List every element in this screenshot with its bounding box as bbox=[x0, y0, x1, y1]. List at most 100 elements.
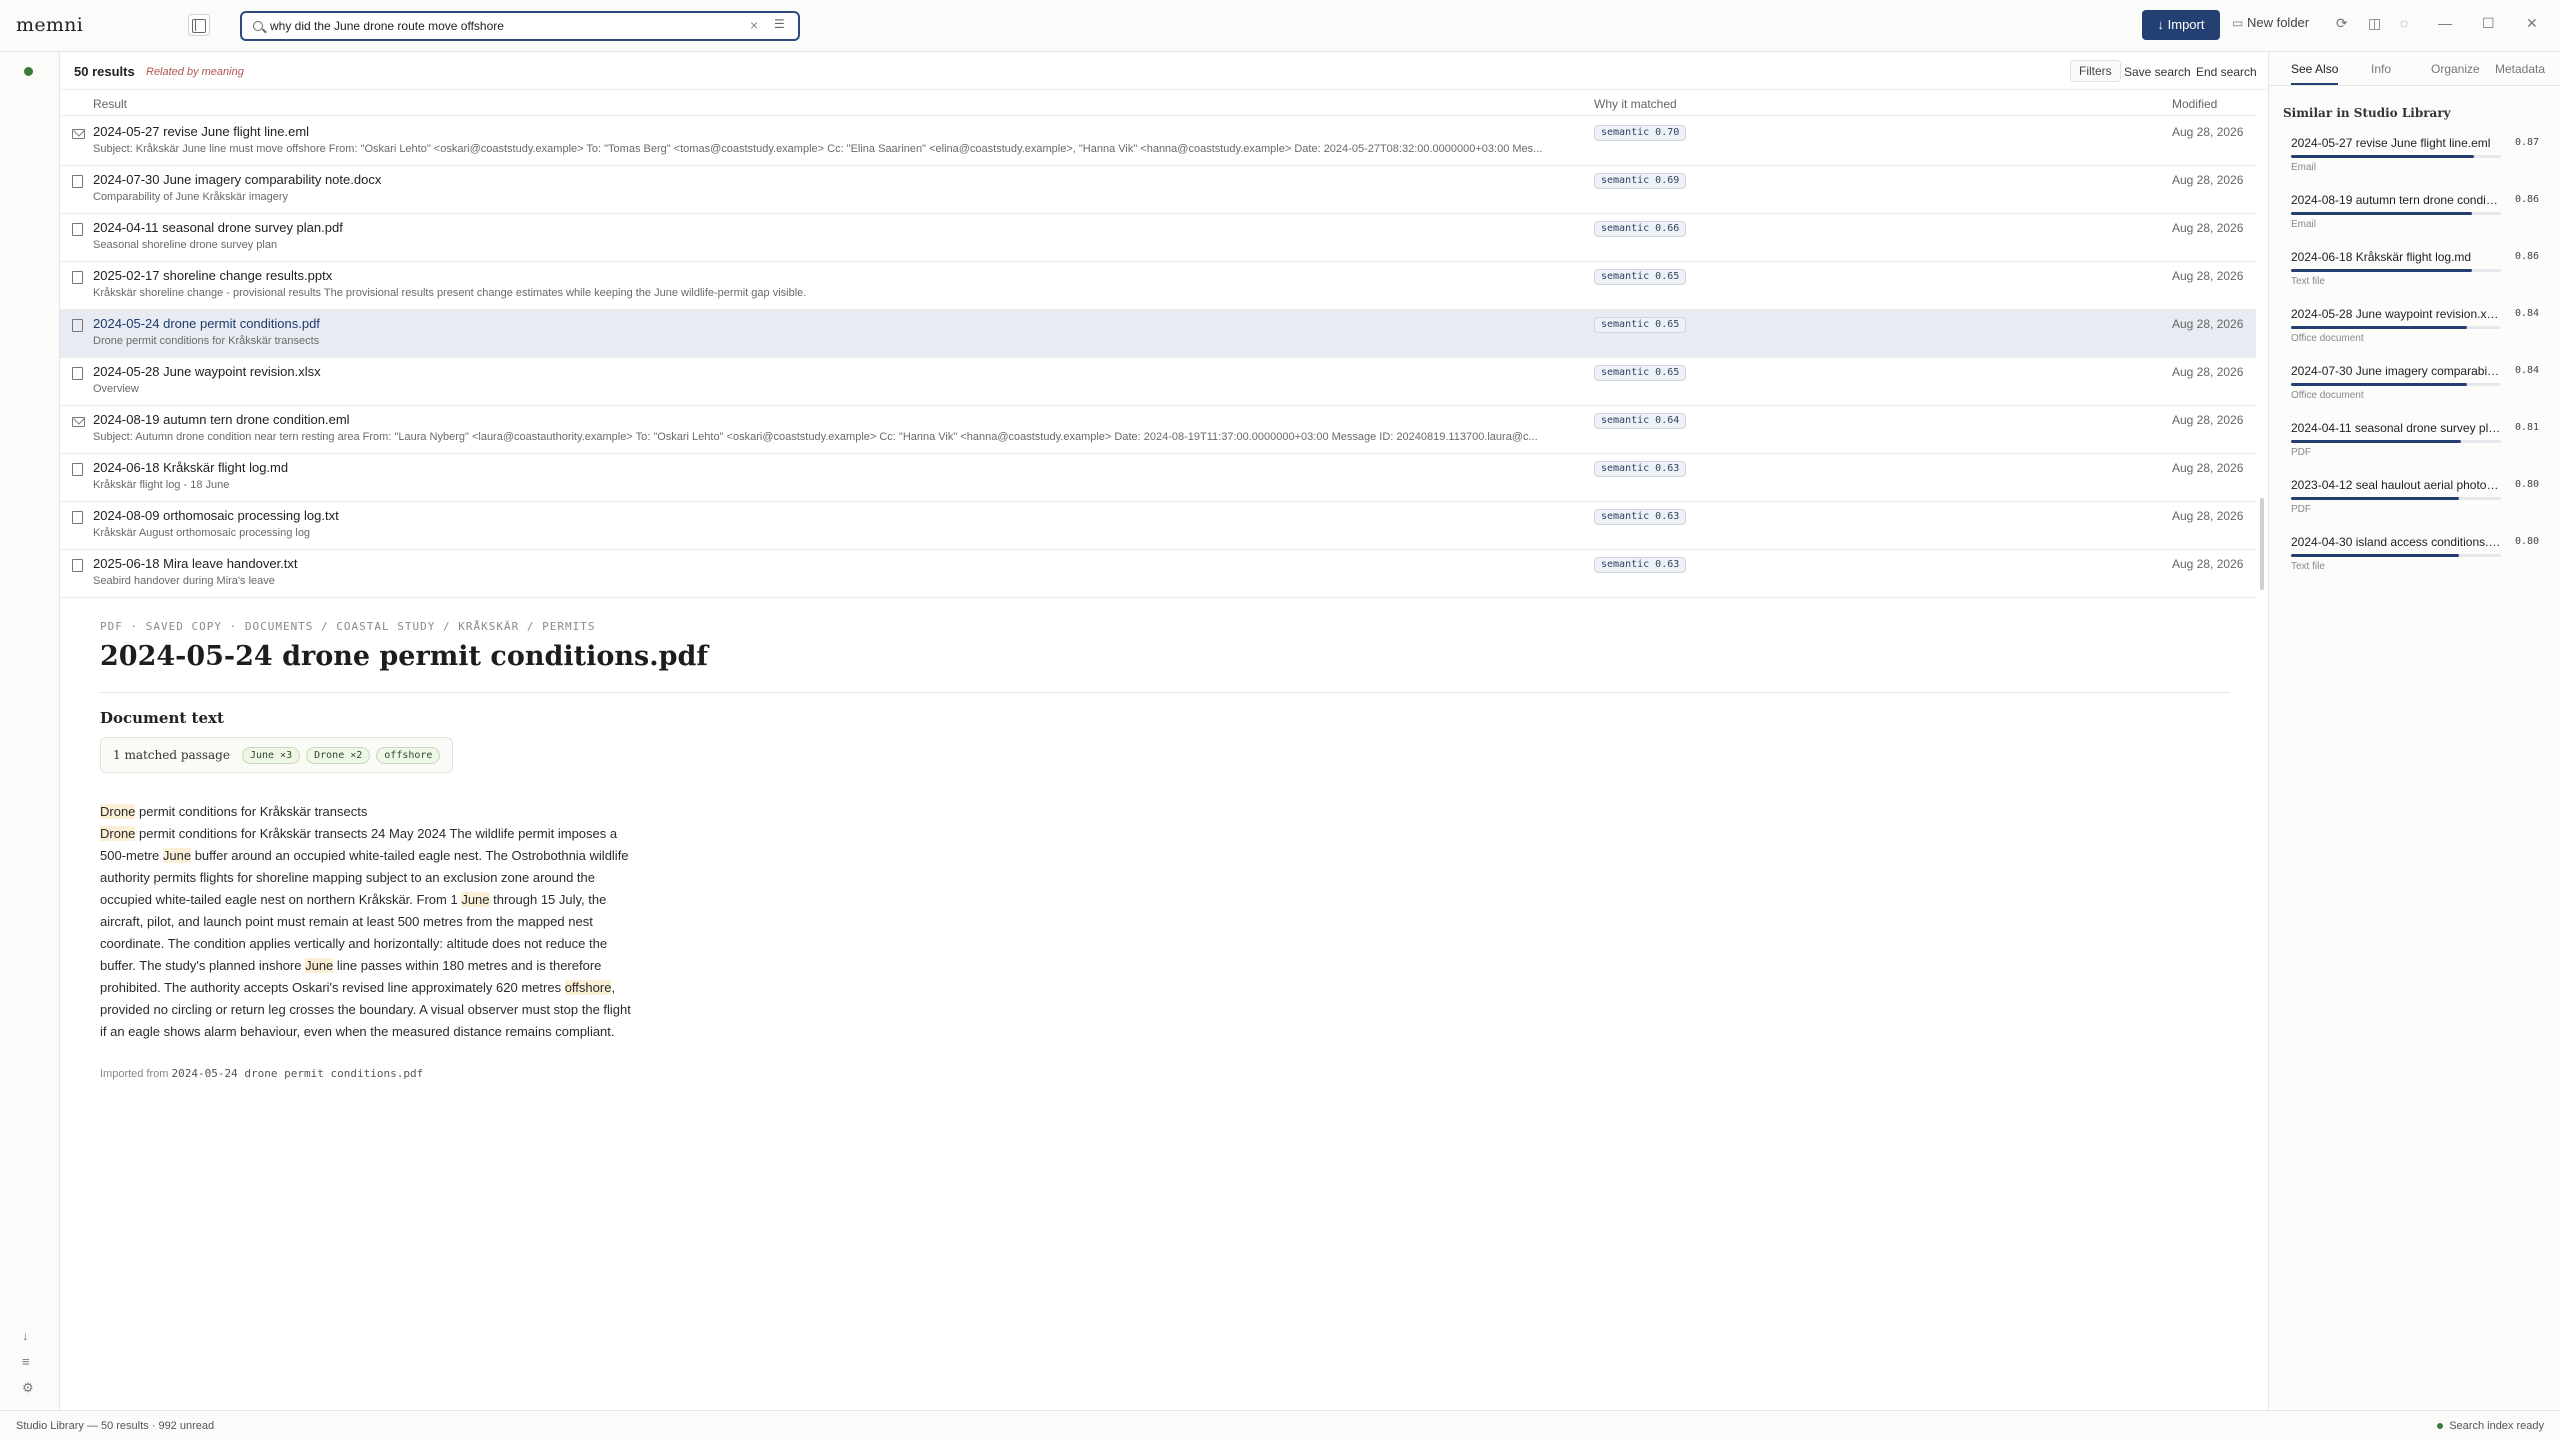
sync-icon[interactable]: ⟳ bbox=[2336, 15, 2348, 32]
filters-button[interactable]: Filters bbox=[2070, 60, 2121, 82]
match-badge: semantic 0.65 bbox=[1594, 269, 1687, 285]
search-options-icon[interactable]: ☰ bbox=[774, 17, 785, 31]
result-snippet: Kråkskär shoreline change - provisional … bbox=[93, 287, 807, 299]
maximize-icon[interactable]: ☐ bbox=[2482, 15, 2495, 32]
similar-item[interactable]: 2023-04-12 seal haulout aerial photos.pd… bbox=[2291, 478, 2551, 535]
search-box[interactable]: × ☰ bbox=[240, 11, 800, 41]
search-icon bbox=[253, 21, 263, 31]
similar-title[interactable]: 2023-04-12 seal haulout aerial photos.pd… bbox=[2291, 478, 2501, 492]
similar-item[interactable]: 2024-08-19 autumn tern drone condition.e… bbox=[2291, 193, 2551, 250]
result-row[interactable]: 2024-05-24 drone permit conditions.pdf Dr… bbox=[60, 310, 2256, 358]
similar-item[interactable]: 2024-07-30 June imagery comparability no… bbox=[2291, 364, 2551, 421]
match-badge: semantic 0.63 bbox=[1594, 461, 1687, 477]
result-row[interactable]: 2024-04-11 seasonal drone survey plan.pd… bbox=[60, 214, 2256, 262]
result-count: 50 results bbox=[74, 64, 135, 79]
body-text: permit conditions for Kråkskär transects bbox=[135, 804, 368, 819]
highlighted-term: June bbox=[162, 848, 192, 863]
similar-item[interactable]: 2024-06-18 Kråkskär flight log.md 0.86 Tex… bbox=[2291, 250, 2551, 307]
result-title[interactable]: 2024-04-11 seasonal drone survey plan.pd… bbox=[93, 220, 343, 235]
result-row[interactable]: 2025-06-18 Mira leave handover.txt Seabir… bbox=[60, 550, 2256, 598]
result-title[interactable]: 2024-08-09 orthomosaic processing log.tx… bbox=[93, 508, 339, 523]
similar-title[interactable]: 2024-04-30 island access conditions.txt bbox=[2291, 535, 2501, 549]
result-title[interactable]: 2024-05-27 revise June flight line.eml bbox=[93, 124, 309, 139]
column-why-matched[interactable]: Why it matched bbox=[1594, 97, 1677, 111]
divider bbox=[100, 692, 2230, 693]
column-modified[interactable]: Modified bbox=[2172, 97, 2217, 111]
result-snippet: Subject: Kråkskär June line must move of… bbox=[93, 143, 1543, 155]
similar-score: 0.81 bbox=[2515, 422, 2540, 433]
match-chip[interactable]: June ×3 bbox=[241, 746, 301, 764]
similar-title[interactable]: 2024-08-19 autumn tern drone condition.e… bbox=[2291, 193, 2501, 207]
result-row[interactable]: 2024-08-09 orthomosaic processing log.tx… bbox=[60, 502, 2256, 550]
tab-info[interactable]: Info bbox=[2371, 62, 2391, 76]
imported-label: Imported from bbox=[100, 1068, 169, 1080]
similar-title[interactable]: 2024-07-30 June imagery comparability no… bbox=[2291, 364, 2501, 378]
result-row[interactable]: 2024-05-27 revise June flight line.eml Su… bbox=[60, 118, 2256, 166]
similar-title[interactable]: 2024-06-18 Kråkskär flight log.md bbox=[2291, 250, 2501, 264]
tab-metadata[interactable]: Metadata bbox=[2495, 62, 2545, 76]
similar-item[interactable]: 2024-05-27 revise June flight line.eml 0.… bbox=[2291, 136, 2551, 193]
minimize-icon[interactable]: — bbox=[2438, 15, 2452, 31]
result-title[interactable]: 2024-05-24 drone permit conditions.pdf bbox=[93, 316, 320, 331]
clear-search-icon[interactable]: × bbox=[750, 17, 758, 33]
document-icon bbox=[72, 271, 83, 284]
column-result[interactable]: Result bbox=[93, 97, 127, 111]
similarity-bar bbox=[2291, 440, 2501, 443]
result-row[interactable]: 2024-07-30 June imagery comparability no… bbox=[60, 166, 2256, 214]
index-status-label: Search index ready bbox=[2449, 1420, 2544, 1432]
folder-icon: ▭ bbox=[2232, 16, 2244, 30]
match-chip[interactable]: Drone ×2 bbox=[306, 746, 371, 764]
results-scrollbar[interactable] bbox=[2260, 498, 2264, 590]
similarity-bar-fill bbox=[2291, 554, 2459, 557]
result-row[interactable]: 2024-06-18 Kråkskär flight log.md Kråkskä… bbox=[60, 454, 2256, 502]
similar-title[interactable]: 2024-05-27 revise June flight line.eml bbox=[2291, 136, 2501, 150]
result-snippet: Drone permit conditions for Kråkskär tra… bbox=[93, 335, 320, 347]
tab-see-also[interactable]: See Also bbox=[2291, 62, 2339, 85]
similarity-bar bbox=[2291, 383, 2501, 386]
top-bar: memni × ☰ ↓ Import ▭ New folder ⟳ ◫ ◌ — … bbox=[0, 0, 2560, 52]
similar-item[interactable]: 2024-04-11 seasonal drone survey plan.pd… bbox=[2291, 421, 2551, 478]
new-folder-label: New folder bbox=[2246, 15, 2310, 30]
result-snippet: Kråkskär August orthomosaic processing l… bbox=[93, 527, 311, 539]
similar-type: Office document bbox=[2291, 390, 2364, 401]
document-icon bbox=[72, 223, 83, 236]
match-badge: semantic 0.69 bbox=[1594, 173, 1687, 189]
match-badge: semantic 0.63 bbox=[1594, 557, 1687, 573]
result-row[interactable]: 2025-02-17 shoreline change results.pptx… bbox=[60, 262, 2256, 310]
settings-icon[interactable]: ⚙ bbox=[22, 1380, 34, 1396]
end-search-button[interactable]: End search bbox=[2196, 65, 2257, 79]
result-title[interactable]: 2025-06-18 Mira leave handover.txt bbox=[93, 556, 298, 571]
help-icon[interactable]: ◌ bbox=[2400, 15, 2408, 31]
download-icon[interactable]: ↓ bbox=[22, 1328, 29, 1343]
panel-toggle-icon[interactable]: ◫ bbox=[2368, 15, 2381, 32]
result-row[interactable]: 2024-05-28 June waypoint revision.xlsx Ov… bbox=[60, 358, 2256, 406]
new-folder-button[interactable]: ▭ New folder bbox=[2232, 15, 2309, 30]
similar-title[interactable]: 2024-05-28 June waypoint revision.xlsx bbox=[2291, 307, 2501, 321]
database-icon[interactable]: ≡ bbox=[22, 1354, 30, 1369]
result-title[interactable]: 2024-08-19 autumn tern drone condition.e… bbox=[93, 412, 350, 427]
similar-score: 0.84 bbox=[2515, 308, 2540, 319]
similar-score: 0.86 bbox=[2515, 251, 2540, 262]
match-chip[interactable]: offshore bbox=[376, 746, 441, 764]
result-title[interactable]: 2025-02-17 shoreline change results.pptx bbox=[93, 268, 332, 283]
matched-passage-label: 1 matched passage bbox=[113, 748, 230, 762]
search-input[interactable] bbox=[270, 17, 730, 35]
result-modified: Aug 28, 2026 bbox=[2172, 365, 2244, 379]
close-icon[interactable]: ✕ bbox=[2526, 15, 2538, 32]
result-row[interactable]: 2024-08-19 autumn tern drone condition.e… bbox=[60, 406, 2256, 454]
result-title[interactable]: 2024-05-28 June waypoint revision.xlsx bbox=[93, 364, 321, 379]
mail-icon bbox=[72, 417, 85, 427]
tab-organize[interactable]: Organize bbox=[2431, 62, 2480, 76]
result-modified: Aug 28, 2026 bbox=[2172, 557, 2244, 571]
similar-title[interactable]: 2024-04-11 seasonal drone survey plan.pd… bbox=[2291, 421, 2501, 435]
similar-item[interactable]: 2024-05-28 June waypoint revision.xlsx 0.… bbox=[2291, 307, 2551, 364]
similar-item[interactable]: 2024-04-30 island access conditions.txt 0… bbox=[2291, 535, 2551, 592]
result-title[interactable]: 2024-06-18 Kråkskär flight log.md bbox=[93, 460, 288, 475]
matched-passage-summary[interactable]: 1 matched passage June ×3 Drone ×2 offshor… bbox=[100, 737, 454, 773]
save-search-button[interactable]: Save search bbox=[2124, 65, 2191, 79]
result-modified: Aug 28, 2026 bbox=[2172, 413, 2244, 427]
result-title[interactable]: 2024-07-30 June imagery comparability no… bbox=[93, 172, 381, 187]
import-button[interactable]: ↓ Import bbox=[2142, 10, 2220, 40]
sidebar-toggle-icon[interactable] bbox=[188, 14, 210, 36]
similarity-bar-fill bbox=[2291, 212, 2472, 215]
